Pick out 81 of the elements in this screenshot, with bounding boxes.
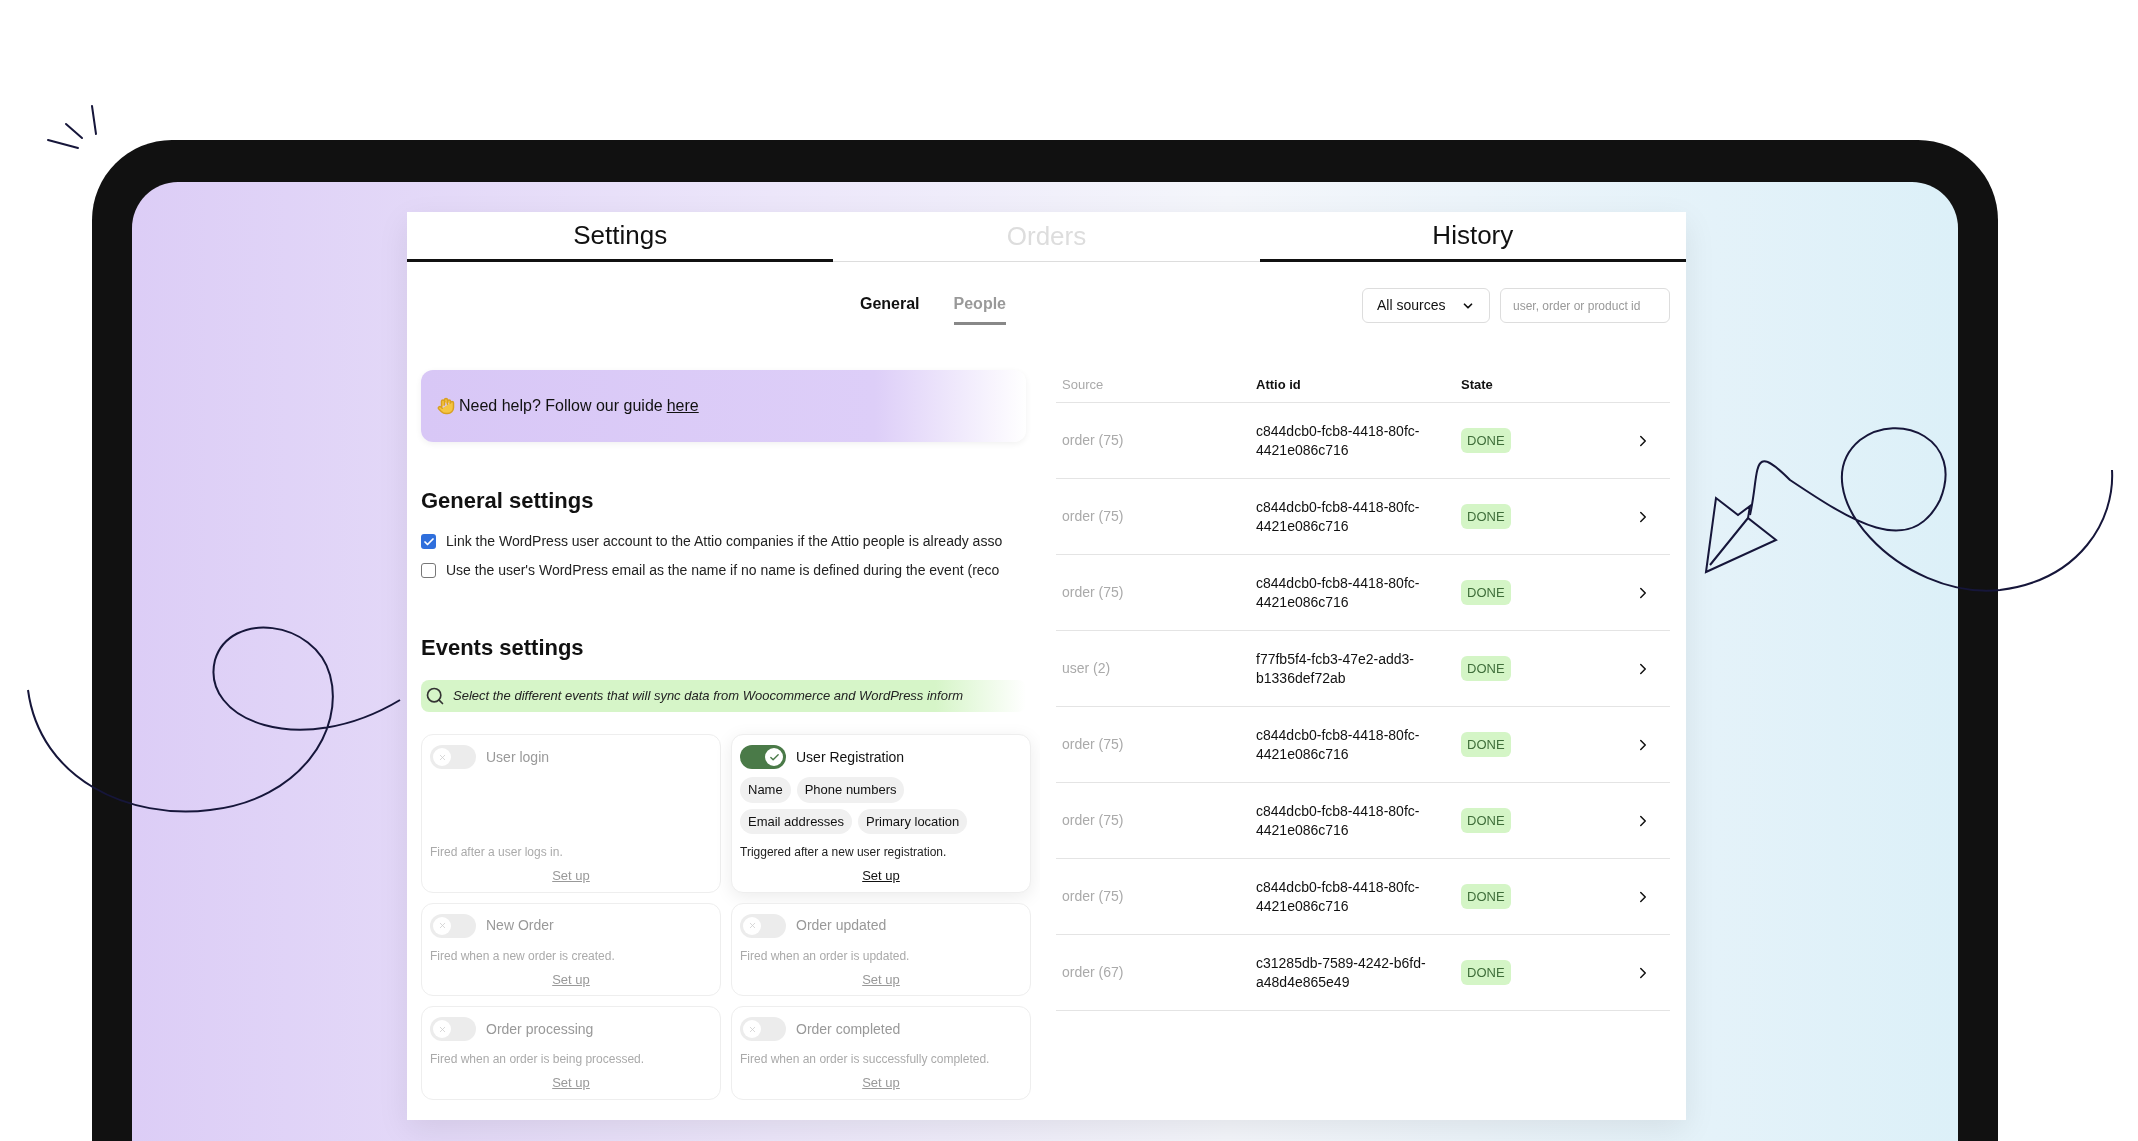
field-tag: Email addresses <box>740 808 853 834</box>
field-tag: Primary location <box>858 808 968 834</box>
event-name: User Registration <box>796 747 905 767</box>
source-cell-text: order (75) <box>1061 811 1125 830</box>
source-cell-text: order (75) <box>1061 887 1125 906</box>
setup-link[interactable]: Set up <box>862 866 900 886</box>
toggle-switch[interactable] <box>430 913 476 938</box>
state-badge: DONE <box>1461 427 1511 454</box>
close-icon <box>747 1024 757 1034</box>
section-heading: Events settings <box>421 634 585 662</box>
attio-id-cell-text: c844dcb0-fcb8-4418-80fc-4421e086c716 <box>1256 573 1421 612</box>
tab[interactable]: Settings <box>407 212 834 262</box>
column-header: Attio id <box>1256 375 1302 394</box>
toggle-switch[interactable] <box>740 913 786 938</box>
search-icon <box>425 686 445 706</box>
source-cell-text: order (75) <box>1061 431 1125 450</box>
field-tag: Name <box>740 777 791 803</box>
section-heading: General settings <box>421 487 595 515</box>
attio-id-cell-text: c844dcb0-fcb8-4418-80fc-4421e086c716 <box>1256 801 1421 840</box>
source-cell-text: order (67) <box>1061 963 1125 982</box>
event-description: Fired when a new order is created. <box>430 947 616 965</box>
tab[interactable]: History <box>1259 212 1686 262</box>
state-badge: DONE <box>1461 959 1511 986</box>
attio-id-cell-text: f77fb5f4-fcb3-47e2-add3-b1336def72ab <box>1256 649 1415 688</box>
close-icon <box>437 752 447 762</box>
check-icon <box>768 751 780 763</box>
event-description: Fired after a user logs in. <box>430 844 564 861</box>
state-badge: DONE <box>1461 807 1511 834</box>
state-badge: DONE <box>1461 655 1511 682</box>
help-text: Need help? Follow our guide <box>459 396 663 416</box>
attio-id-cell-text: c844dcb0-fcb8-4418-80fc-4421e086c716 <box>1256 497 1421 536</box>
history-row[interactable]: order (75) c844dcb0-fcb8-4418-80fc-4421e086c716 DONE <box>1056 555 1670 631</box>
event-name: Order completed <box>796 1019 901 1039</box>
column-header: State <box>1461 375 1493 394</box>
state-badge: DONE <box>1461 883 1511 910</box>
attio-id-cell-text: c844dcb0-fcb8-4418-80fc-4421e086c716 <box>1256 877 1421 916</box>
event-description: Triggered after a new user registration. <box>740 844 948 861</box>
event-description: Fired when an order is being processed. <box>430 1051 646 1068</box>
close-icon <box>437 921 447 930</box>
source-cell-text: order (75) <box>1061 735 1125 754</box>
state-badge: DONE <box>1461 731 1511 758</box>
close-icon <box>437 1024 447 1034</box>
sub-tab[interactable]: General <box>859 292 920 325</box>
option-label: Use the user's WordPress email as the name if no name is defined during the event (reco <box>446 561 1000 580</box>
checkbox[interactable] <box>421 563 436 578</box>
toggle-switch[interactable] <box>430 745 476 769</box>
history-row[interactable]: order (75) c844dcb0-fcb8-4418-80fc-4421e086c716 DONE <box>1056 859 1670 935</box>
option-label: Link the WordPress user account to the Attio companies if the Attio people is already asso <box>446 532 1003 551</box>
state-badge: DONE <box>1461 503 1511 530</box>
source-cell-text: order (75) <box>1061 507 1125 526</box>
source-select[interactable]: All sources <box>1362 288 1490 323</box>
history-row[interactable]: order (67) c31285db-7589-4242-b6fd-a48d4e865e49 DONE <box>1056 935 1670 1011</box>
close-icon <box>747 921 757 930</box>
toggle-switch[interactable] <box>740 745 786 769</box>
event-name: Order processing <box>486 1019 594 1039</box>
guide-link[interactable]: here <box>666 394 699 418</box>
toggle-switch[interactable] <box>740 1017 786 1041</box>
event-name: Order updated <box>796 916 887 935</box>
checkbox[interactable] <box>421 534 436 549</box>
history-row[interactable]: order (75) c844dcb0-fcb8-4418-80fc-4421e086c716 DONE <box>1056 707 1670 783</box>
history-row[interactable]: order (75) c844dcb0-fcb8-4418-80fc-4421e086c716 DONE <box>1056 479 1670 555</box>
hint-text: Select the different events that will sync data from Woocommerce and WordPress inform <box>453 687 964 706</box>
history-row[interactable]: order (75) c844dcb0-fcb8-4418-80fc-4421e086c716 DONE <box>1056 403 1670 479</box>
column-header: Source <box>1061 375 1105 394</box>
spark-drawing <box>47 105 97 149</box>
event-description: Fired when an order is successfully completed. <box>740 1051 991 1068</box>
attio-id-cell-text: c844dcb0-fcb8-4418-80fc-4421e086c716 <box>1256 725 1421 764</box>
search-field[interactable]: user, order or product id <box>1500 288 1670 323</box>
event-name: New Order <box>486 916 554 935</box>
source-cell-text: user (2) <box>1061 659 1112 678</box>
history-row[interactable]: order (75) c844dcb0-fcb8-4418-80fc-4421e086c716 DONE <box>1056 783 1670 859</box>
event-name: User login <box>486 747 550 767</box>
field-tag: Phone numbers <box>796 777 905 803</box>
state-badge: DONE <box>1461 579 1511 606</box>
history-row[interactable]: user (2) f77fb5f4-fcb3-47e2-add3-b1336def72ab DONE <box>1056 631 1670 707</box>
attio-id-cell-text: c844dcb0-fcb8-4418-80fc-4421e086c716 <box>1256 421 1421 460</box>
toggle-switch[interactable] <box>430 1017 476 1041</box>
event-description: Fired when an order is updated. <box>740 947 911 965</box>
attio-id-cell-text: c31285db-7589-4242-b6fd-a48d4e865e49 <box>1256 953 1427 992</box>
source-cell-text: order (75) <box>1061 583 1125 602</box>
waving-hand-icon <box>437 397 455 415</box>
